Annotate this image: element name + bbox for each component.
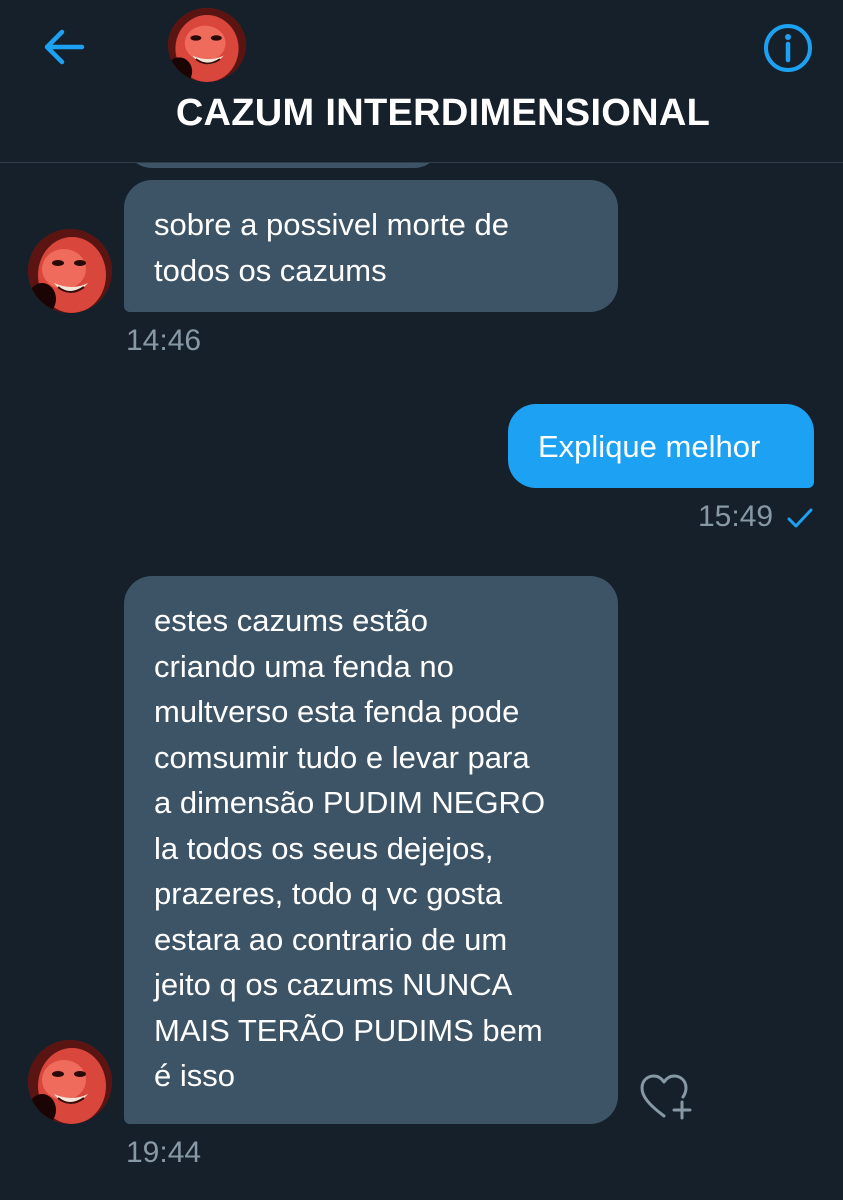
sender-avatar[interactable] — [28, 229, 112, 313]
message-line: é isso — [154, 1058, 235, 1093]
arrow-left-icon[interactable] — [40, 24, 90, 70]
message-line: criando uma fenda no — [154, 648, 454, 684]
message-line: MAIS TERÃO PUDIMS bem — [154, 1012, 543, 1048]
contact-avatar[interactable] — [168, 8, 246, 82]
message-line: la todos os seus dejejos, — [154, 830, 494, 866]
message-line: estara ao contrario de um — [154, 921, 508, 957]
message-timestamp: 19:44 — [126, 1136, 202, 1169]
heart-add-icon[interactable] — [638, 1072, 696, 1122]
message-line: jeito q os cazums NUNCA — [154, 967, 513, 1002]
message-line: prazeres, todo q vc gosta — [154, 876, 503, 911]
conversation-area: sobre a possivel morte de todos os cazum… — [0, 0, 843, 1200]
message-line: Explique melhor — [538, 429, 761, 464]
message-line: estes cazums estão — [154, 603, 428, 638]
message-line: sobre a possivel morte de — [154, 207, 509, 242]
message-timestamp: 15:49 — [698, 500, 774, 533]
checkmark-icon — [787, 508, 813, 528]
message-bubble-received[interactable]: estes cazums estão criando uma fenda no … — [124, 576, 618, 1124]
message-line: multverso esta fenda pode — [154, 694, 520, 729]
message-line: a dimensão PUDIM NEGRO — [154, 785, 546, 820]
info-circle-icon[interactable] — [762, 22, 814, 74]
message-line: comsumir tudo e levar para — [154, 739, 530, 775]
message-bubble-received[interactable]: sobre a possivel morte de todos os cazum… — [124, 180, 618, 312]
message-line: todos os cazums — [154, 252, 387, 288]
message-bubble-sent[interactable]: Explique melhor — [508, 404, 814, 488]
sender-avatar[interactable] — [28, 1040, 112, 1124]
conversation-header: CAZUM INTERDIMENSIONAL — [0, 0, 843, 163]
message-timestamp: 14:46 — [126, 324, 202, 357]
conversation-title: CAZUM INTERDIMENSIONAL — [175, 92, 711, 134]
